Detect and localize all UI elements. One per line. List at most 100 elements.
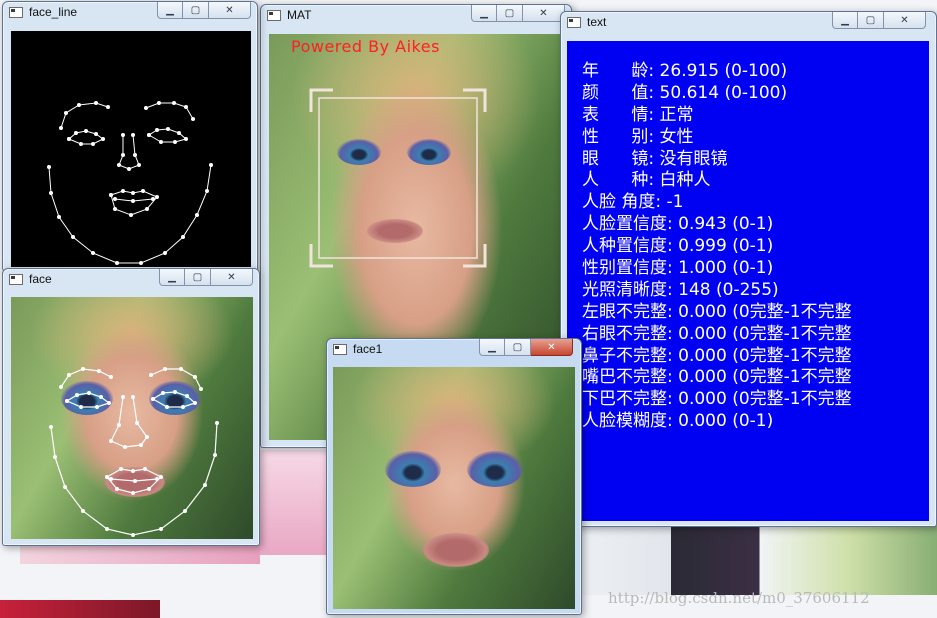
face-detection-box: [309, 88, 487, 268]
app-icon: [267, 10, 281, 21]
maximize-icon[interactable]: ▢: [183, 2, 209, 19]
maximize-icon[interactable]: ▢: [858, 12, 884, 29]
attribute-label: 人脸置信度:: [582, 214, 673, 235]
landmark-point: [163, 251, 167, 255]
attribute-label: 性别置信度:: [582, 258, 673, 279]
landmark-point: [147, 133, 151, 137]
close-icon[interactable]: ✕: [209, 2, 251, 19]
landmark-point: [123, 445, 127, 449]
face-landmark-overlay: [49, 367, 219, 537]
landmark-point: [181, 405, 185, 409]
landmark-point: [184, 137, 188, 141]
window-face[interactable]: face ▁ ▢ ✕: [2, 268, 260, 546]
landmark-point: [81, 509, 85, 513]
titlebar[interactable]: face1 ▁ ▢ ✕: [327, 339, 581, 361]
landmark-point: [183, 509, 187, 513]
landmark-point: [127, 167, 131, 171]
landmark-point: [67, 137, 71, 141]
landmark-point: [151, 397, 155, 401]
app-icon: [9, 7, 23, 18]
attribute-row: 下巴不完整: 0.000 (0完整-1不完整: [582, 389, 852, 411]
attribute-value: 0.000 (0-1): [672, 411, 774, 432]
attribute-row: 鼻子不完整: 0.000 (0完整-1不完整: [582, 346, 852, 368]
landmark-point: [131, 395, 135, 399]
minimize-icon[interactable]: ▁: [832, 12, 858, 29]
attribute-row: 性 别: 女性: [582, 127, 852, 149]
landmark-point: [79, 142, 83, 146]
landmark-point: [173, 390, 177, 394]
maximize-icon[interactable]: ▢: [505, 339, 531, 356]
landmark-point: [144, 106, 148, 110]
landmark-point: [117, 163, 121, 167]
landmark-point: [133, 479, 137, 483]
landmark-point: [99, 395, 103, 399]
attribute-label: 表 情:: [582, 104, 655, 125]
landmark-point: [131, 199, 135, 203]
landmark-point: [159, 140, 163, 144]
landmark-point: [129, 213, 133, 217]
landmark-point: [71, 235, 75, 239]
minimize-icon[interactable]: ▁: [157, 2, 183, 19]
landmark-point: [215, 421, 219, 425]
close-icon[interactable]: ✕: [884, 12, 926, 29]
landmark-point: [173, 140, 177, 144]
landmark-point: [205, 189, 209, 193]
landmark-point: [121, 153, 125, 157]
landmark-point: [165, 405, 169, 409]
landmark-point: [101, 137, 105, 141]
attribute-label: 人脸模糊度:: [582, 411, 673, 432]
landmark-point: [87, 391, 91, 395]
landmark-point: [181, 235, 185, 239]
close-icon[interactable]: ✕: [211, 269, 253, 286]
landmark-point: [157, 101, 161, 105]
face-image: [11, 297, 253, 539]
minimize-icon[interactable]: ▁: [159, 269, 185, 286]
landmark-point: [109, 439, 113, 443]
maximize-icon[interactable]: ▢: [497, 5, 523, 22]
minimize-icon[interactable]: ▁: [479, 339, 505, 356]
landmark-point: [105, 475, 109, 479]
app-icon: [9, 274, 23, 285]
attribute-label: 嘴巴不完整:: [582, 367, 673, 388]
landmark-point: [109, 193, 113, 197]
landmark-point: [141, 189, 145, 193]
minimize-icon[interactable]: ▁: [471, 5, 497, 22]
window-text[interactable]: text ▁ ▢ ✕ 年 龄: 26.915 (0-100) 颜 值: 50.61…: [560, 11, 937, 527]
landmark-point: [109, 375, 113, 379]
landmark-point: [184, 105, 188, 109]
landmark-point: [113, 197, 117, 201]
window-controls: ▁ ▢ ✕: [471, 5, 565, 23]
landmark-point: [81, 367, 85, 371]
titlebar[interactable]: text ▁ ▢ ✕: [561, 12, 936, 34]
landmark-point: [121, 133, 125, 137]
landmark-point: [155, 195, 159, 199]
window-face-line[interactable]: face_line ▁ ▢ ✕: [2, 1, 258, 271]
landmark-point: [64, 111, 68, 115]
landmark-point: [131, 491, 135, 495]
close-icon[interactable]: ✕: [523, 5, 565, 22]
landmark-point: [179, 367, 183, 371]
attribute-row: 性别置信度: 1.000 (0-1): [582, 258, 852, 280]
landmark-point: [139, 443, 143, 447]
landmark-point: [106, 105, 110, 109]
attribute-label: 下巴不完整:: [582, 389, 673, 410]
attribute-value: 0.000 (0完整-1不完整: [672, 367, 852, 388]
attribute-row: 表 情: 正常: [582, 105, 852, 127]
landmark-point: [161, 391, 165, 395]
window-face1[interactable]: face1 ▁ ▢ ✕: [326, 338, 582, 615]
landmark-point: [172, 101, 176, 105]
attribute-label: 人 种:: [582, 170, 655, 191]
close-icon[interactable]: ✕: [531, 339, 573, 356]
maximize-icon[interactable]: ▢: [185, 269, 211, 286]
titlebar[interactable]: face ▁ ▢ ✕: [3, 269, 259, 291]
titlebar[interactable]: face_line ▁ ▢ ✕: [3, 2, 257, 24]
attribute-row: 眼 镜: 没有眼镜: [582, 149, 852, 171]
attribute-row: 右眼不完整: 0.000 (0完整-1不完整: [582, 324, 852, 346]
face-landmark-lines: [47, 101, 213, 265]
landmark-point: [97, 369, 101, 373]
titlebar[interactable]: MAT ▁ ▢ ✕: [261, 5, 571, 27]
landmark-point: [119, 467, 123, 471]
landmark-point: [53, 455, 57, 459]
background-thumbnails: [255, 450, 330, 555]
landmark-point: [155, 128, 159, 132]
